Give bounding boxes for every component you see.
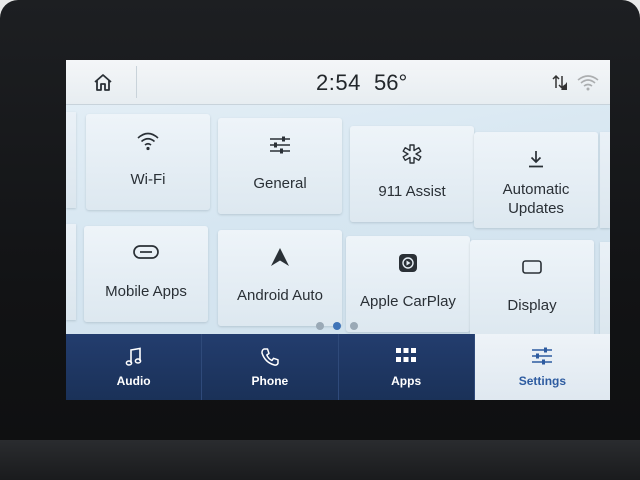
wifi-icon	[137, 132, 159, 151]
tile-label-line-2: Updates	[508, 200, 564, 217]
carplay-icon	[399, 254, 417, 272]
nav-label: Settings	[518, 374, 567, 388]
page-dot[interactable]	[316, 322, 324, 330]
tile-label-line-1: Automatic	[502, 181, 570, 198]
home-button[interactable]	[80, 68, 126, 96]
home-icon	[94, 74, 112, 91]
tile-label: Display	[507, 297, 557, 314]
tile-911-assist[interactable]: 911 Assist	[350, 126, 474, 222]
status-bar: 2:54 56°	[66, 60, 610, 105]
nav-apps[interactable]: Apps	[338, 334, 475, 400]
prev-page-tile-edge	[66, 224, 76, 320]
tile-android-auto[interactable]: Android Auto	[218, 230, 342, 326]
tile-wifi[interactable]: Wi-Fi	[86, 114, 210, 210]
mobile-apps-icon	[133, 245, 159, 259]
signal-arrows-icon	[552, 74, 567, 90]
tile-label: 911 Assist	[378, 183, 446, 200]
dashboard-trim	[0, 440, 640, 480]
nav-audio[interactable]: Audio	[66, 334, 203, 400]
nav-phone[interactable]: Phone	[202, 334, 339, 400]
tile-label: Apple CarPlay	[360, 293, 456, 310]
download-icon	[529, 151, 543, 168]
tile-label: Wi-Fi	[130, 171, 166, 188]
tile-label: Mobile Apps	[105, 283, 187, 300]
tile-automatic-updates[interactable]: Automatic Updates	[474, 132, 598, 228]
tile-apple-carplay[interactable]: Apple CarPlay	[346, 236, 470, 332]
tile-mobile-apps[interactable]: Mobile Apps	[84, 226, 208, 322]
bottom-nav: Audio Phone Apps Settings	[66, 334, 610, 400]
divider	[136, 66, 137, 98]
infotainment-screen: 2:54 56° Wi-Fi General 911 Assist Automa…	[66, 60, 610, 400]
page-indicator[interactable]	[316, 322, 358, 330]
next-page-tile-edge	[600, 242, 610, 338]
outside-temperature: 56°	[374, 70, 408, 95]
apps-grid-icon	[396, 348, 417, 362]
prev-page-tile-edge	[66, 112, 76, 208]
assist-icon	[402, 144, 422, 164]
sliders-icon	[532, 347, 553, 365]
next-page-tile-edge	[600, 132, 610, 228]
clock: 2:54	[316, 70, 361, 95]
tile-general[interactable]: General	[218, 118, 342, 214]
android-auto-icon	[271, 248, 289, 266]
phone-icon	[261, 348, 279, 366]
page-dot-active[interactable]	[333, 322, 341, 330]
nav-label: Phone	[251, 374, 289, 388]
display-icon	[522, 260, 542, 274]
nav-label: Apps	[391, 374, 422, 388]
page-dot[interactable]	[350, 322, 358, 330]
nav-settings[interactable]: Settings	[474, 334, 610, 400]
tile-display[interactable]: Display	[470, 240, 594, 336]
tile-label: Automatic Updates	[474, 180, 598, 218]
nav-label: Audio	[116, 374, 151, 388]
tile-label: General	[253, 175, 307, 192]
tile-label: Android Auto	[237, 287, 323, 304]
wifi-icon	[577, 75, 599, 91]
sliders-icon	[270, 136, 290, 154]
music-note-icon	[125, 347, 141, 366]
